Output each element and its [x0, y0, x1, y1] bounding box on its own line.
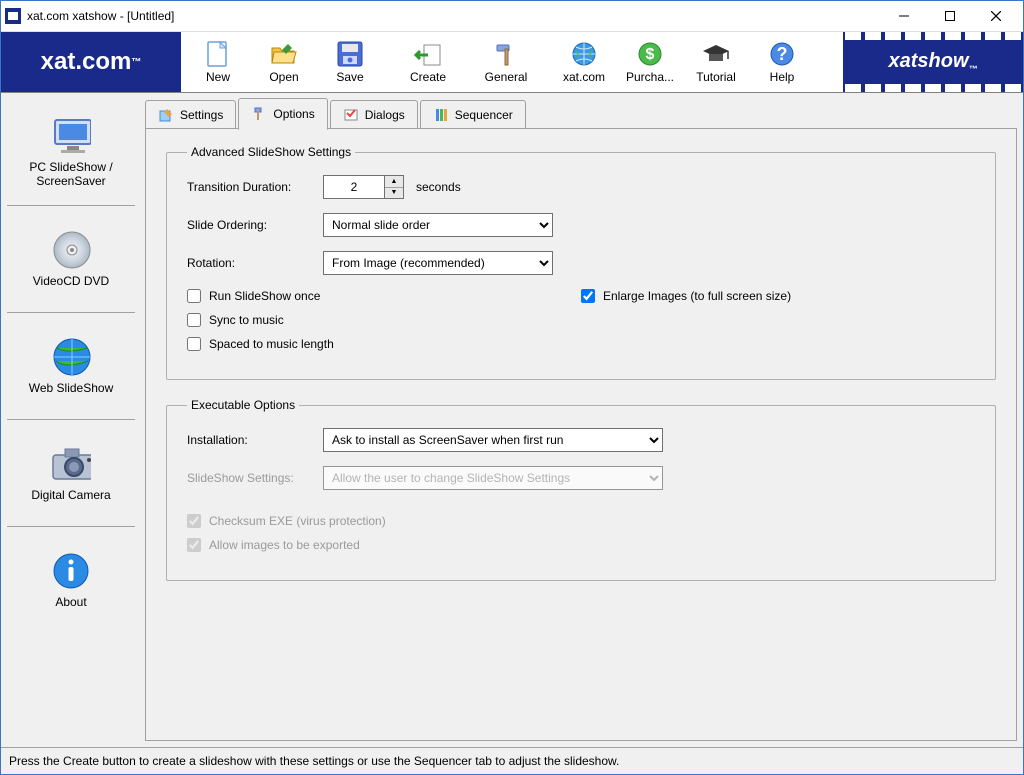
run-once-checkbox-row[interactable]: Run SlideShow once: [187, 289, 581, 303]
purchase-button[interactable]: $ Purcha...: [617, 33, 683, 91]
executable-options-group: Executable Options Installation: Ask to …: [166, 398, 996, 581]
transition-duration-spinner[interactable]: ▲▼: [323, 175, 404, 199]
open-button[interactable]: Open: [251, 33, 317, 91]
executable-legend: Executable Options: [187, 398, 299, 412]
sync-music-checkbox-row[interactable]: Sync to music: [187, 313, 581, 327]
installation-label: Installation:: [187, 433, 323, 447]
checksum-exe-checkbox: [187, 514, 201, 528]
rotation-select[interactable]: From Image (recommended): [323, 251, 553, 275]
brand-logo-text: xat.com: [41, 48, 132, 76]
slideshow-settings-label: SlideShow Settings:: [187, 471, 323, 485]
spaced-music-checkbox-row[interactable]: Spaced to music length: [187, 337, 581, 351]
help-icon: ?: [768, 40, 796, 68]
sidebar-item-pc-slideshow[interactable]: PC SlideShow / ScreenSaver: [7, 99, 135, 206]
product-logo-text: xatshow: [888, 50, 968, 72]
monitor-icon: [51, 116, 91, 156]
close-icon: [991, 11, 1001, 21]
graduation-cap-icon: [702, 40, 730, 68]
options-page: Advanced SlideShow Settings Transition D…: [145, 129, 1017, 741]
run-once-checkbox[interactable]: [187, 289, 201, 303]
sidebar-item-about[interactable]: About: [7, 527, 135, 633]
xatcom-button[interactable]: xat.com: [551, 33, 617, 91]
info-icon: [51, 551, 91, 591]
allow-export-checkbox: [187, 538, 201, 552]
enlarge-images-checkbox-row[interactable]: Enlarge Images (to full screen size): [581, 289, 975, 303]
create-button[interactable]: Create: [395, 33, 461, 91]
allow-export-checkbox-row: Allow images to be exported: [187, 538, 975, 552]
disc-icon: [51, 230, 91, 270]
camera-icon: [51, 444, 91, 484]
enlarge-images-checkbox[interactable]: [581, 289, 595, 303]
spinner-down-button[interactable]: ▼: [385, 188, 403, 199]
minimize-button[interactable]: [881, 1, 927, 31]
hammer-icon: [492, 40, 520, 68]
status-bar: Press the Create button to create a slid…: [1, 747, 1023, 774]
slide-ordering-select[interactable]: Normal slide order: [323, 213, 553, 237]
checksum-exe-checkbox-row: Checksum EXE (virus protection): [187, 514, 975, 528]
new-file-icon: [204, 40, 232, 68]
transition-unit-label: seconds: [416, 180, 461, 194]
main-panel: Settings Options Dialogs Sequencer: [135, 99, 1017, 741]
tab-strip: Settings Options Dialogs Sequencer: [145, 99, 1017, 129]
globe-large-icon: [51, 337, 91, 377]
open-folder-icon: [270, 40, 298, 68]
create-icon: [414, 40, 442, 68]
tutorial-button[interactable]: Tutorial: [683, 33, 749, 91]
minimize-icon: [899, 11, 909, 21]
tab-options[interactable]: Options: [238, 98, 327, 130]
toolbar: xat.com™ New Open Save Create: [1, 32, 1023, 93]
svg-text:?: ?: [777, 44, 788, 64]
sequencer-tab-icon: [433, 107, 449, 123]
product-logo: xatshow™: [843, 32, 1023, 92]
body-area: PC SlideShow / ScreenSaver VideoCD DVD W…: [1, 93, 1023, 747]
tab-settings[interactable]: Settings: [145, 100, 236, 129]
installation-select[interactable]: Ask to install as ScreenSaver when first…: [323, 428, 663, 452]
rotation-label: Rotation:: [187, 256, 323, 270]
app-icon: [5, 8, 21, 24]
general-button[interactable]: General: [473, 33, 539, 91]
globe-icon: [570, 40, 598, 68]
close-button[interactable]: [973, 1, 1019, 31]
status-text: Press the Create button to create a slid…: [9, 754, 619, 768]
settings-tab-icon: [158, 107, 174, 123]
title-bar: xat.com xatshow - [Untitled]: [1, 1, 1023, 32]
slideshow-settings-select: Allow the user to change SlideShow Setti…: [323, 466, 663, 490]
spinner-up-button[interactable]: ▲: [385, 176, 403, 188]
dollar-globe-icon: $: [636, 40, 664, 68]
spaced-music-checkbox[interactable]: [187, 337, 201, 351]
advanced-legend: Advanced SlideShow Settings: [187, 145, 355, 159]
tab-dialogs[interactable]: Dialogs: [330, 100, 418, 129]
transition-duration-input[interactable]: [324, 176, 384, 198]
maximize-button[interactable]: [927, 1, 973, 31]
save-floppy-icon: [336, 40, 364, 68]
sidebar: PC SlideShow / ScreenSaver VideoCD DVD W…: [7, 99, 135, 741]
slide-ordering-label: Slide Ordering:: [187, 218, 323, 232]
toolbar-buttons: New Open Save Create General: [181, 32, 843, 92]
brand-logo: xat.com™: [1, 32, 181, 92]
options-tab-icon: [251, 106, 267, 122]
new-button[interactable]: New: [185, 33, 251, 91]
sidebar-item-digital-camera[interactable]: Digital Camera: [7, 420, 135, 527]
main-window: xat.com xatshow - [Untitled] xat.com™ Ne…: [0, 0, 1024, 775]
svg-text:$: $: [646, 46, 655, 63]
sidebar-item-videocd-dvd[interactable]: VideoCD DVD: [7, 206, 135, 313]
sidebar-item-web-slideshow[interactable]: Web SlideShow: [7, 313, 135, 420]
maximize-icon: [945, 11, 955, 21]
sync-music-checkbox[interactable]: [187, 313, 201, 327]
save-button[interactable]: Save: [317, 33, 383, 91]
window-title: xat.com xatshow - [Untitled]: [27, 9, 174, 23]
advanced-slideshow-group: Advanced SlideShow Settings Transition D…: [166, 145, 996, 380]
dialogs-tab-icon: [343, 107, 359, 123]
tab-sequencer[interactable]: Sequencer: [420, 100, 526, 129]
help-button[interactable]: ? Help: [749, 33, 815, 91]
transition-duration-label: Transition Duration:: [187, 180, 323, 194]
